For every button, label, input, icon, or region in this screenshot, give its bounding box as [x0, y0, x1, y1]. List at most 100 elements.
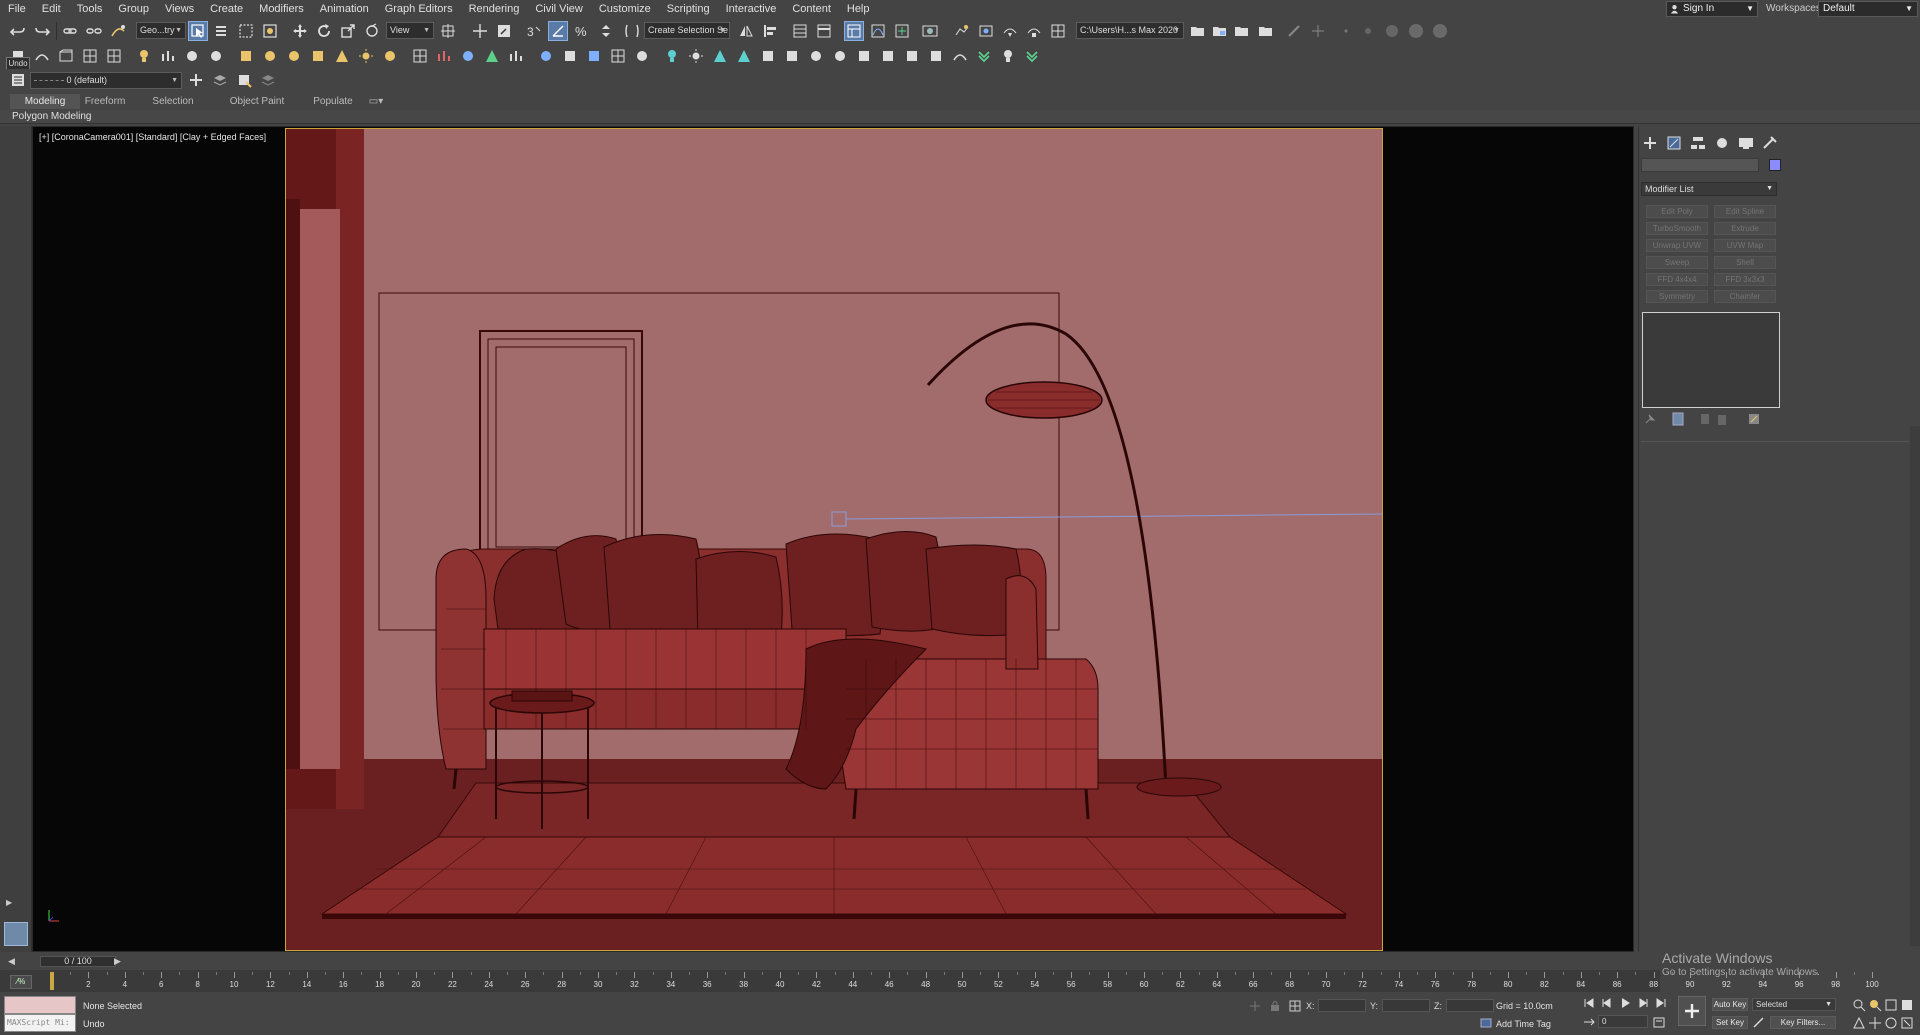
- command-panel-scrollbar[interactable]: [1910, 426, 1920, 946]
- corona-info-icon[interactable]: [998, 46, 1018, 66]
- menu-item-group[interactable]: Group: [110, 0, 157, 18]
- key-filter-icon[interactable]: [1752, 1016, 1766, 1029]
- modifier-button-chamfer[interactable]: Chamfer: [1714, 290, 1776, 303]
- select-object-icon[interactable]: [188, 21, 208, 41]
- maxscript-listener-mini[interactable]: [4, 996, 76, 1014]
- light-lister-icon[interactable]: [134, 46, 154, 66]
- create-shapes-icon[interactable]: [32, 46, 52, 66]
- set-project-icon[interactable]: [1232, 21, 1252, 41]
- project-folder-icon[interactable]: [1210, 21, 1230, 41]
- create-tab-icon[interactable]: [1641, 135, 1659, 151]
- modifier-button-uvw-map[interactable]: UVW Map: [1714, 239, 1776, 252]
- modifier-button-edit-spline[interactable]: Edit Spline: [1714, 205, 1776, 218]
- pivot-center-icon[interactable]: [438, 21, 458, 41]
- add-time-tag[interactable]: Add Time Tag: [1496, 1019, 1551, 1029]
- corona-sun-icon[interactable]: [686, 46, 706, 66]
- menu-item-interactive[interactable]: Interactive: [718, 0, 785, 18]
- undo-icon[interactable]: [8, 21, 28, 41]
- select-by-name-icon[interactable]: [212, 21, 232, 41]
- render-setup-icon[interactable]: [952, 21, 972, 41]
- menu-item-modifiers[interactable]: Modifiers: [251, 0, 312, 18]
- modifier-button-edit-poly[interactable]: Edit Poly: [1646, 205, 1708, 218]
- tree-icon[interactable]: [482, 46, 502, 66]
- keyboard-shortcut-icon[interactable]: [494, 21, 514, 41]
- zoom-extents-all-icon[interactable]: [1900, 998, 1914, 1012]
- modifier-button-shell[interactable]: Shell: [1714, 256, 1776, 269]
- align-icon[interactable]: [760, 21, 780, 41]
- modifier-button-ffd-4x4x4[interactable]: FFD 4x4x4: [1646, 273, 1708, 286]
- mesh-icon[interactable]: [410, 46, 430, 66]
- make-unique-icon[interactable]: [1699, 412, 1713, 426]
- help-icon[interactable]: [632, 46, 652, 66]
- utilities-tab-icon[interactable]: [1761, 135, 1779, 151]
- previous-frame-arrow[interactable]: ◀: [8, 956, 15, 967]
- ref-coord-dropdown[interactable]: View ▼: [386, 22, 434, 39]
- paint-icon[interactable]: [1284, 21, 1304, 41]
- scale-icon[interactable]: [338, 21, 358, 41]
- box-primitive-icon[interactable]: [236, 46, 256, 66]
- add-default-key-button[interactable]: [1678, 996, 1706, 1026]
- zoom-icon[interactable]: [1852, 998, 1866, 1012]
- corona-ao-icon[interactable]: [830, 46, 850, 66]
- auto-key-button[interactable]: Auto Key: [1712, 998, 1748, 1011]
- rendered-frame-window-icon[interactable]: [976, 21, 996, 41]
- window-crossing-icon[interactable]: [260, 21, 280, 41]
- workspace-select[interactable]: Default ▼: [1818, 1, 1918, 17]
- hierarchy-tab-icon[interactable]: [1689, 135, 1707, 151]
- corona-proxy-icon[interactable]: [710, 46, 730, 66]
- render-in-cloud-icon[interactable]: [1048, 21, 1068, 41]
- menu-item-customize[interactable]: Customize: [591, 0, 659, 18]
- menu-item-rendering[interactable]: Rendering: [461, 0, 528, 18]
- light-icon[interactable]: [356, 46, 376, 66]
- modifier-button-symmetry[interactable]: Symmetry: [1646, 290, 1708, 303]
- ribbon-tab-modeling[interactable]: Modeling: [10, 94, 80, 109]
- corona-camera-icon[interactable]: [782, 46, 802, 66]
- remove-modifier-icon[interactable]: [1715, 412, 1729, 426]
- timeline-ruler[interactable]: 0246810121416182022242628303234363840424…: [38, 971, 1879, 991]
- menu-item-animation[interactable]: Animation: [312, 0, 377, 18]
- corona-light-icon[interactable]: [662, 46, 682, 66]
- material-icon[interactable]: [608, 46, 628, 66]
- object-color-swatch[interactable]: [1769, 159, 1781, 171]
- selection-filter-dropdown[interactable]: Geo...try ▼: [136, 22, 186, 39]
- maximize-viewport-icon[interactable]: [1900, 1016, 1914, 1030]
- rotate-icon[interactable]: [314, 21, 334, 41]
- crosshair-icon[interactable]: [1308, 21, 1328, 41]
- current-frame-field[interactable]: 0: [1598, 1015, 1648, 1028]
- toggle-ribbon-icon[interactable]: [814, 21, 834, 41]
- modifier-list-dropdown[interactable]: Modifier List ▼: [1641, 182, 1777, 196]
- render-box-icon[interactable]: [560, 46, 580, 66]
- rectangular-selection-icon[interactable]: [236, 21, 256, 41]
- next-frame-arrow[interactable]: ▶: [114, 956, 121, 967]
- teapot-icon[interactable]: [380, 46, 400, 66]
- corona-text-icon[interactable]: [758, 46, 778, 66]
- render-iterative-icon[interactable]: [1024, 21, 1044, 41]
- layer-options-icon[interactable]: [258, 70, 278, 90]
- go-to-start-icon[interactable]: [1582, 996, 1596, 1010]
- open-folder-icon[interactable]: [1188, 21, 1208, 41]
- field-of-view-icon[interactable]: [1852, 1016, 1866, 1030]
- time-slider[interactable]: 0 / 100: [40, 956, 116, 967]
- modifier-button-turbosmooth[interactable]: TurboSmooth: [1646, 222, 1708, 235]
- sphere-primitive-icon[interactable]: [260, 46, 280, 66]
- modifier-button-unwrap-uvw[interactable]: Unwrap UVW: [1646, 239, 1708, 252]
- corona-bitmap-icon[interactable]: [806, 46, 826, 66]
- menu-item-file[interactable]: File: [0, 0, 34, 18]
- project-path-dropdown[interactable]: C:\Users\H...s Max 2020 ▼: [1076, 22, 1184, 39]
- material-editor-icon[interactable]: [920, 21, 940, 41]
- menu-item-scripting[interactable]: Scripting: [659, 0, 718, 18]
- modifier-button-sweep[interactable]: Sweep: [1646, 256, 1708, 269]
- create-layer-icon[interactable]: [186, 70, 206, 90]
- time-tag-icon[interactable]: [1480, 1017, 1492, 1029]
- corona-region-icon[interactable]: [902, 46, 922, 66]
- menu-item-create[interactable]: Create: [202, 0, 251, 18]
- select-manipulate-icon[interactable]: [470, 21, 490, 41]
- menu-item-views[interactable]: Views: [157, 0, 202, 18]
- sign-in-button[interactable]: Sign In ▼: [1666, 1, 1758, 17]
- array-icon[interactable]: [158, 46, 178, 66]
- container-icon[interactable]: [56, 46, 76, 66]
- ribbon-tab-freeform[interactable]: Freeform: [74, 94, 136, 109]
- modifier-stack[interactable]: [1642, 312, 1780, 408]
- pan-view-icon[interactable]: [1868, 1016, 1882, 1030]
- save-project-icon[interactable]: [1256, 21, 1276, 41]
